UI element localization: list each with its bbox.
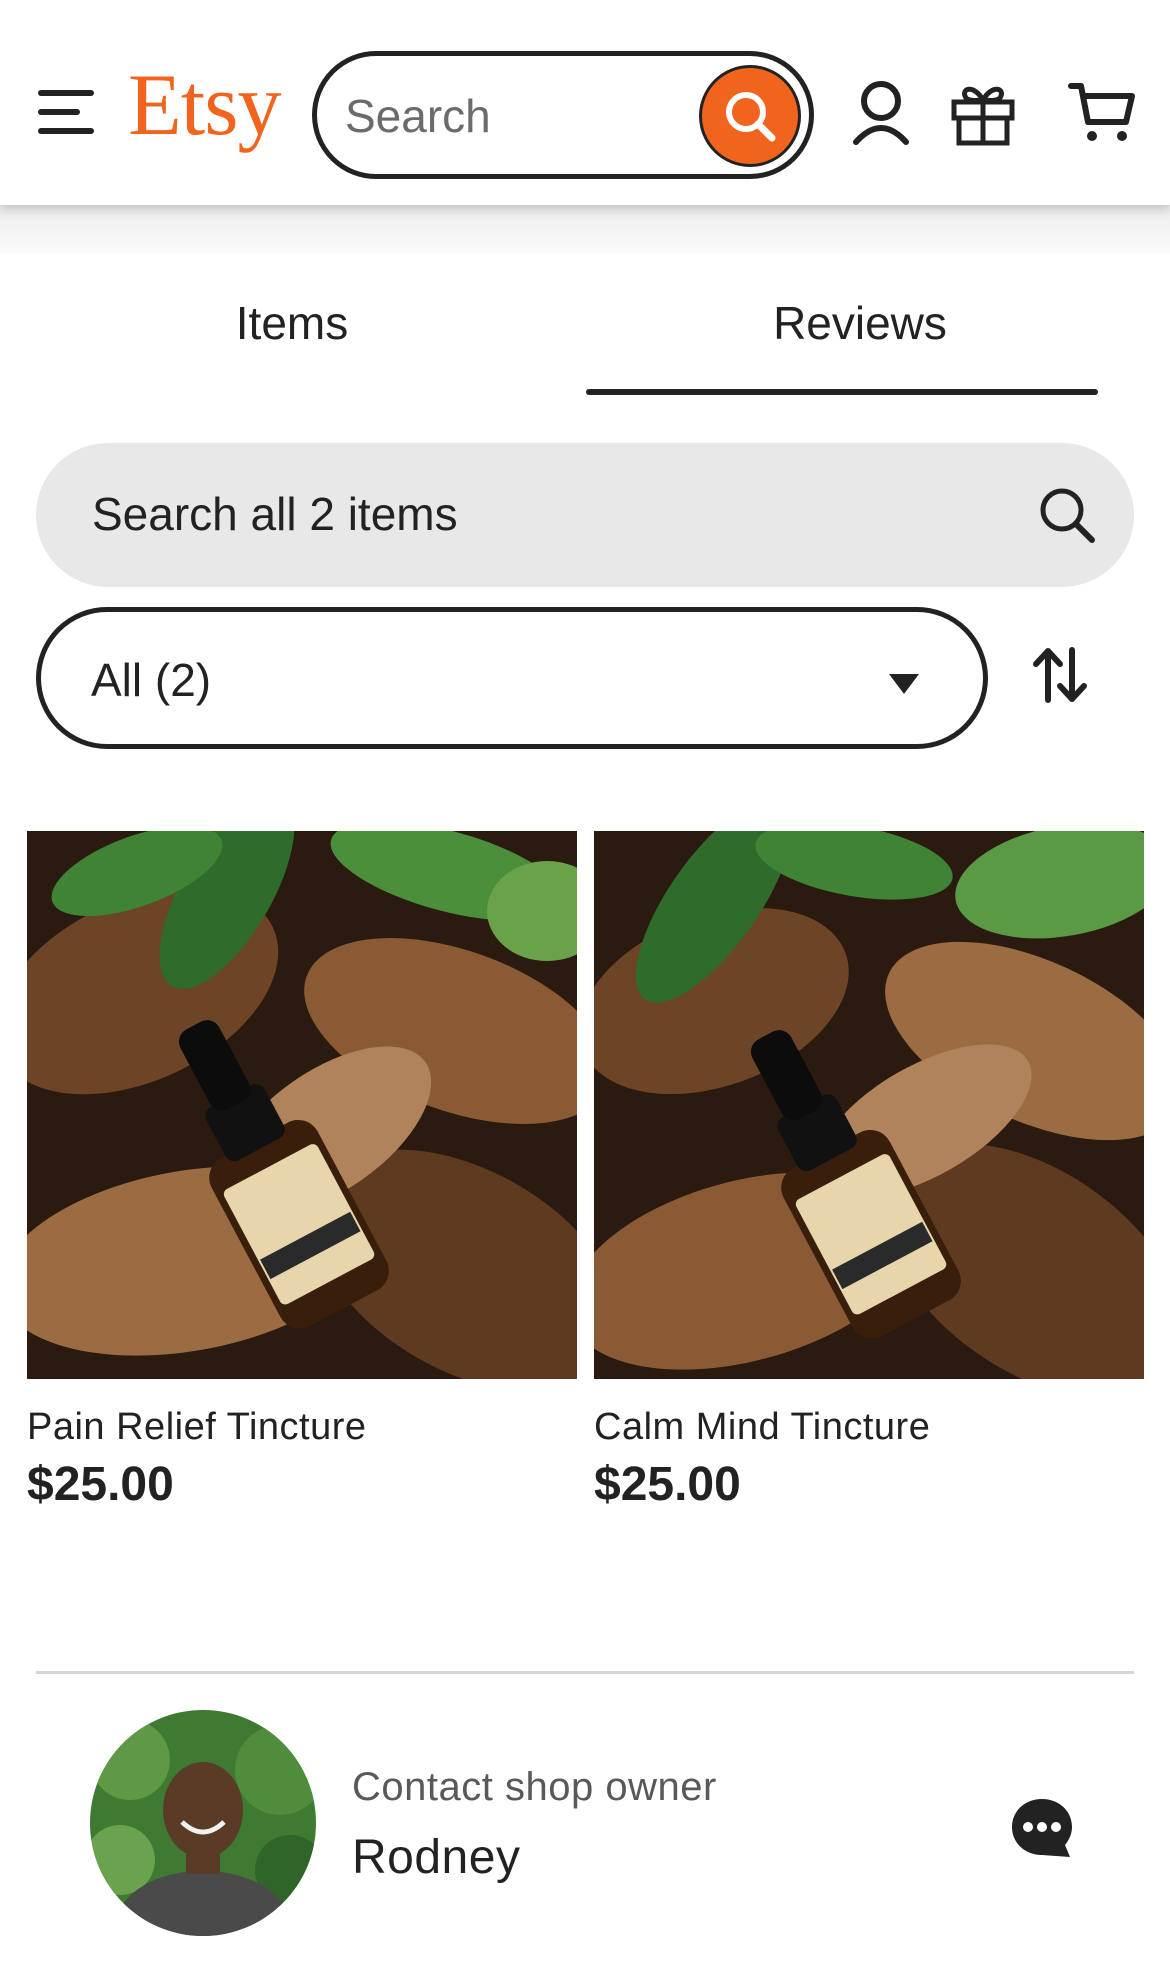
sort-arrows-icon[interactable] <box>1030 646 1090 704</box>
search-bar <box>312 51 814 179</box>
shop-search-placeholder: Search all 2 items <box>92 488 458 540</box>
gift-icon[interactable] <box>950 80 1016 146</box>
tab-items[interactable]: Items <box>16 253 568 398</box>
search-input[interactable] <box>343 80 677 152</box>
listing-title[interactable]: Calm Mind Tincture <box>594 1406 930 1449</box>
listing-image[interactable] <box>27 831 577 1379</box>
category-filter-select[interactable]: All (2) <box>36 607 988 749</box>
etsy-logo[interactable]: Etsy <box>128 62 281 150</box>
contact-shop-owner-label: Contact shop owner <box>352 1765 717 1809</box>
tab-reviews[interactable]: Reviews <box>584 253 1136 398</box>
owner-name: Rodney <box>352 1831 521 1884</box>
cart-icon[interactable] <box>1068 80 1138 146</box>
filter-value: All (2) <box>91 654 212 706</box>
shop-search-input[interactable]: Search all 2 items <box>36 443 1134 587</box>
active-tab-indicator <box>586 389 1098 395</box>
chat-icon[interactable] <box>1010 1797 1074 1861</box>
search-icon[interactable] <box>1036 484 1100 548</box>
avatar[interactable] <box>90 1710 316 1936</box>
section-divider <box>36 1671 1134 1674</box>
header-shadow <box>0 205 1170 253</box>
listing-card[interactable]: Pain Relief Tincture $25.00 <box>27 831 577 1511</box>
menu-icon[interactable] <box>38 90 94 134</box>
top-header: Etsy <box>0 0 1170 205</box>
search-button[interactable] <box>699 65 801 167</box>
listing-price: $25.00 <box>594 1458 741 1511</box>
listing-price: $25.00 <box>27 1458 174 1511</box>
listing-card[interactable]: Calm Mind Tincture $25.00 <box>594 831 1144 1511</box>
search-icon <box>726 92 776 142</box>
shop-tabs: Items Reviews <box>0 253 1170 398</box>
listing-title[interactable]: Pain Relief Tincture <box>27 1406 367 1449</box>
listing-image[interactable] <box>594 831 1144 1379</box>
account-icon[interactable] <box>852 78 910 148</box>
caret-down-icon <box>889 674 919 694</box>
